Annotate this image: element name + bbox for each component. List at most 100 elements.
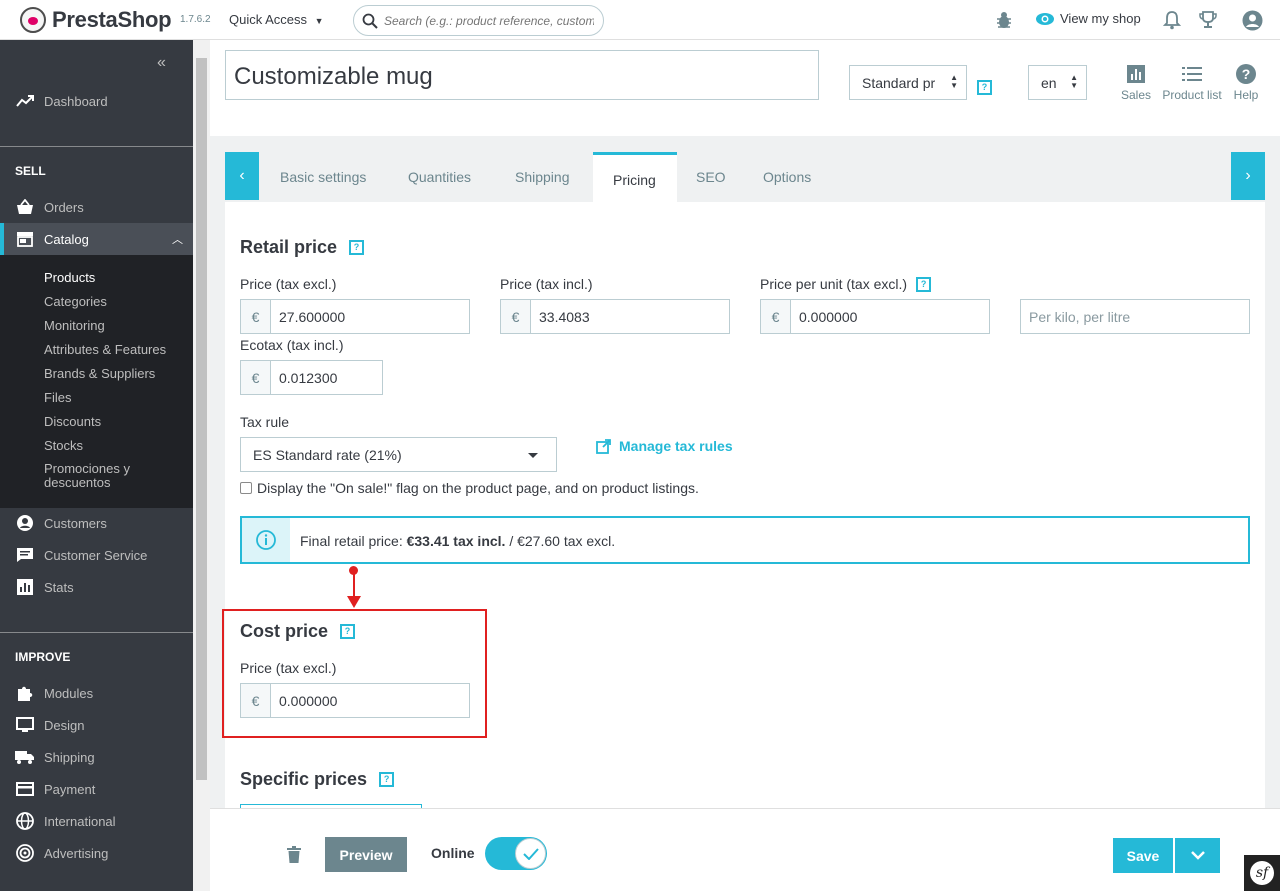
sidebar-item-international[interactable]: International <box>0 805 193 837</box>
chat-icon <box>15 547 35 563</box>
sidebar-item-catalog[interactable]: Catalog ︿ <box>0 223 193 255</box>
page-scrollbar-thumb[interactable] <box>196 58 207 780</box>
tab-quantities[interactable]: Quantities <box>388 152 491 202</box>
unit-price-field[interactable]: € 0.000000 <box>760 299 990 334</box>
sidebar-item-customer-service[interactable]: Customer Service <box>0 539 193 571</box>
submenu-promociones[interactable]: Promociones y descuentos <box>44 462 130 490</box>
sidebar-item-payment[interactable]: Payment <box>0 773 193 805</box>
help-icon[interactable]: ? <box>977 80 992 95</box>
sidebar-item-modules[interactable]: Modules <box>0 677 193 709</box>
product-type-select[interactable]: Standard pr ▲ ▼ <box>849 65 967 100</box>
collapse-sidebar-icon[interactable]: « <box>157 54 166 72</box>
version-label: 1.7.6.2 <box>180 14 211 25</box>
specific-prices-heading: Specific prices ? <box>240 769 395 790</box>
price-excl-field[interactable]: € 27.600000 <box>240 299 470 334</box>
sidebar-item-stats[interactable]: Stats <box>0 571 193 603</box>
tab-shipping[interactable]: Shipping <box>495 152 590 202</box>
on-sale-row[interactable]: Display the "On sale!" flag on the produ… <box>240 480 699 496</box>
view-my-shop-link[interactable]: View my shop <box>1035 11 1141 26</box>
trending-up-icon <box>15 95 35 107</box>
bar-chart-icon <box>1127 65 1145 83</box>
unit-price-label: Price per unit (tax excl.) <box>760 276 908 292</box>
euro-addon: € <box>241 361 271 394</box>
help-button[interactable]: ? Help <box>1230 63 1262 102</box>
save-button[interactable]: Save <box>1113 838 1173 873</box>
divider <box>0 146 193 147</box>
submenu-monitoring[interactable]: Monitoring <box>44 318 105 333</box>
sidebar-item-advertising[interactable]: Advertising <box>0 837 193 869</box>
help-icon[interactable]: ? <box>379 772 395 787</box>
preview-button[interactable]: Preview <box>325 837 407 872</box>
sidebar-item-design[interactable]: Design <box>0 709 193 741</box>
sidebar-item-orders[interactable]: Orders <box>0 191 193 223</box>
tabs-scroll-left-button[interactable]: ‹ <box>225 152 259 200</box>
price-incl-value[interactable]: 33.4083 <box>531 300 729 333</box>
symfony-debug-toolbar[interactable]: sf <box>1244 855 1280 891</box>
product-list-button[interactable]: Product list <box>1159 63 1225 102</box>
submenu-files[interactable]: Files <box>44 390 71 405</box>
external-link-icon <box>596 438 611 454</box>
sidebar: « Dashboard SELL Orders Catalog ︿ Produc… <box>0 40 193 891</box>
chevron-right-icon: › <box>1245 167 1251 184</box>
submenu-attributes[interactable]: Attributes & Features <box>44 342 166 357</box>
select-arrows-icon: ▲ ▼ <box>1070 73 1078 90</box>
sidebar-item-label: Design <box>44 717 85 733</box>
unit-price-value[interactable]: 0.000000 <box>791 300 989 333</box>
prestashop-logo[interactable]: PrestaShop <box>20 7 172 33</box>
submenu-label: descuentos <box>44 475 111 490</box>
tab-seo[interactable]: SEO <box>676 152 746 202</box>
submenu-discounts[interactable]: Discounts <box>44 414 101 429</box>
sidebar-item-dashboard[interactable]: Dashboard <box>0 85 193 117</box>
search-box[interactable] <box>353 5 604 36</box>
submenu-products[interactable]: Products <box>44 270 95 285</box>
tab-basic-settings[interactable]: Basic settings <box>260 152 386 202</box>
symfony-icon: sf <box>1250 861 1274 885</box>
tab-pricing[interactable]: Pricing <box>593 152 677 202</box>
trophy-icon[interactable] <box>1198 10 1218 30</box>
tab-options[interactable]: Options <box>743 152 831 202</box>
quick-access-label: Quick Access <box>229 12 308 27</box>
debug-bug-icon[interactable] <box>995 10 1013 30</box>
sidebar-item-label: Shipping <box>44 749 95 765</box>
euro-addon: € <box>761 300 791 333</box>
tax-rule-select[interactable]: ES Standard rate (21%) <box>240 437 557 472</box>
help-icon[interactable]: ? <box>916 276 932 292</box>
submenu-stocks[interactable]: Stocks <box>44 438 83 453</box>
submenu-brands[interactable]: Brands & Suppliers <box>44 366 155 381</box>
trash-icon[interactable] <box>287 846 301 863</box>
ecotax-value[interactable]: 0.012300 <box>271 361 382 394</box>
sales-button[interactable]: Sales <box>1118 63 1154 102</box>
language-select[interactable]: en ▲ ▼ <box>1028 65 1087 100</box>
quick-access-dropdown[interactable]: Quick Access ▼ <box>229 12 324 27</box>
select-arrows-icon: ▲ ▼ <box>950 73 958 90</box>
bell-icon[interactable] <box>1163 10 1181 30</box>
price-excl-value[interactable]: 27.600000 <box>271 300 469 333</box>
store-icon <box>15 231 35 247</box>
sidebar-item-shipping[interactable]: Shipping <box>0 741 193 773</box>
brand-name: PrestaShop <box>52 7 172 32</box>
account-circle-icon <box>15 514 35 532</box>
ecotax-field[interactable]: € 0.012300 <box>240 360 383 395</box>
final-price-text: Final retail price: €33.41 tax incl. / €… <box>290 518 625 562</box>
user-account-icon[interactable] <box>1242 10 1263 31</box>
save-options-dropdown[interactable] <box>1175 838 1220 873</box>
price-incl-field[interactable]: € 33.4083 <box>500 299 730 334</box>
search-input[interactable] <box>384 13 594 28</box>
search-icon <box>362 13 378 29</box>
unity-placeholder[interactable]: Per kilo, per litre <box>1021 300 1249 333</box>
tabs-scroll-right-button[interactable]: › <box>1231 152 1265 200</box>
help-icon[interactable]: ? <box>349 240 365 255</box>
product-name-input[interactable]: Customizable mug <box>225 50 819 100</box>
euro-addon: € <box>501 300 531 333</box>
help-circle-icon: ? <box>1236 64 1256 84</box>
sidebar-item-label: Orders <box>44 199 84 215</box>
final-price-suffix: / €27.60 tax excl. <box>505 533 616 549</box>
online-toggle[interactable] <box>485 837 547 870</box>
unit-price-label-row: Price per unit (tax excl.) ? <box>760 276 932 292</box>
annotation-arrow-head <box>347 596 361 608</box>
submenu-categories[interactable]: Categories <box>44 294 107 309</box>
sidebar-item-customers[interactable]: Customers <box>0 507 193 539</box>
on-sale-checkbox[interactable] <box>240 482 252 494</box>
manage-tax-rules-link[interactable]: Manage tax rules <box>596 438 733 454</box>
unity-field[interactable]: Per kilo, per litre <box>1020 299 1250 334</box>
